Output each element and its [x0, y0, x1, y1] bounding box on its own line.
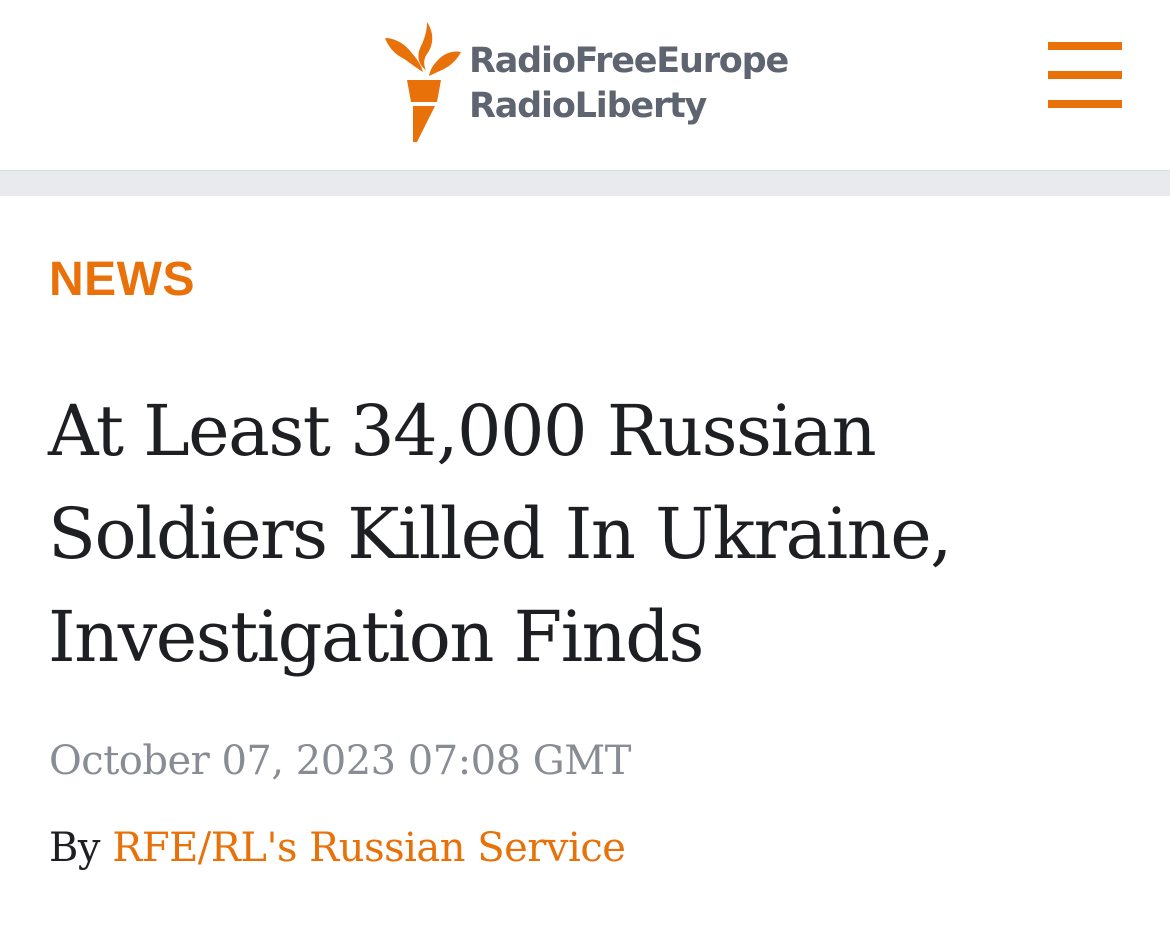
- hamburger-menu-icon[interactable]: [1048, 42, 1124, 110]
- menu-bar-middle: [1048, 71, 1122, 79]
- site-header: RadioFreeEurope RadioLiberty: [0, 0, 1170, 170]
- author-link[interactable]: RFE/RL's Russian Service: [112, 825, 626, 871]
- logo-wordmark: RadioFreeEurope RadioLiberty: [469, 39, 789, 129]
- article-byline: By RFE/RL's Russian Service: [49, 825, 626, 871]
- header-divider: [0, 170, 1170, 196]
- torch-icon: [385, 22, 461, 142]
- byline-prefix: By: [49, 825, 101, 871]
- menu-bar-top: [1048, 42, 1122, 50]
- article-headline: At Least 34,000 Russian Soldiers Killed …: [48, 390, 952, 678]
- menu-bar-bottom: [1048, 100, 1122, 108]
- article-date: October 07, 2023 07:08 GMT: [49, 738, 631, 784]
- logo-line-1: RadioFreeEurope: [469, 41, 789, 81]
- site-logo-link[interactable]: RadioFreeEurope RadioLiberty: [383, 20, 789, 144]
- category-link-news[interactable]: NEWS: [49, 252, 195, 307]
- article-page: RadioFreeEurope RadioLiberty NEWS At Lea…: [0, 0, 1170, 933]
- logo-line-2: RadioLiberty: [469, 86, 707, 126]
